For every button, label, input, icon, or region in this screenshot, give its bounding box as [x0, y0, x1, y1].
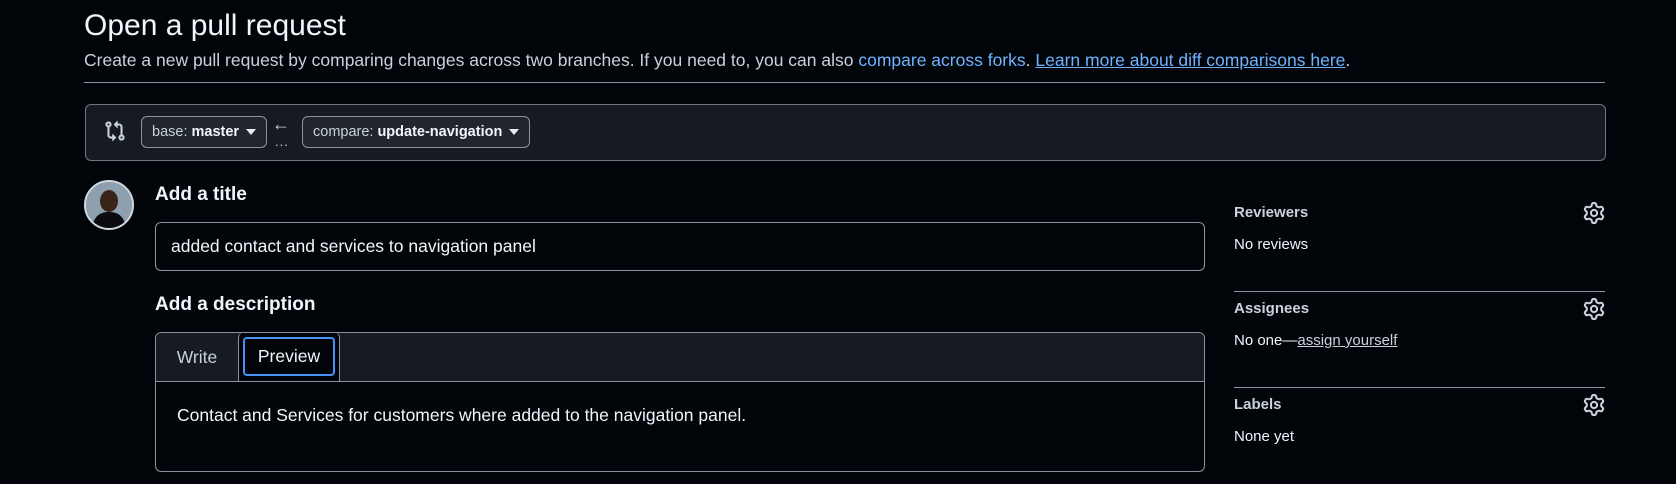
gear-icon[interactable]: [1583, 298, 1605, 320]
reviewers-value: No reviews: [1234, 236, 1309, 253]
assignees-none-text: No one—: [1234, 332, 1298, 349]
learn-more-diff-link[interactable]: Learn more about diff comparisons here: [1035, 50, 1345, 70]
description-editor: Write Preview Contact and Services for c…: [155, 332, 1205, 472]
base-prefix: base:: [152, 124, 188, 140]
add-description-heading: Add a description: [155, 294, 316, 315]
labels-section: Labels None yet: [1234, 388, 1605, 484]
caret-down-icon: [509, 129, 520, 135]
reviewers-section: Reviewers No reviews: [1234, 196, 1605, 292]
assign-yourself-link[interactable]: assign yourself: [1297, 332, 1397, 349]
arrow-left-icon: ←: [272, 114, 290, 134]
tab-preview[interactable]: Preview: [238, 333, 340, 381]
tab-write[interactable]: Write: [156, 333, 238, 381]
reviewers-title: Reviewers: [1234, 204, 1309, 221]
base-branch-select[interactable]: base: master: [141, 116, 268, 148]
labels-value: None yet: [1234, 428, 1295, 445]
compare-branch-select[interactable]: compare: update-navigation: [302, 116, 531, 148]
subtitle-period-end: .: [1345, 50, 1351, 70]
compare-across-forks-link[interactable]: compare across forks: [858, 50, 1025, 70]
editor-tabs: Write Preview: [156, 333, 1204, 382]
tab-preview-label: Preview: [243, 337, 335, 376]
page-title: Open a pull request: [84, 9, 346, 42]
preview-content: Contact and Services for customers where…: [177, 405, 747, 425]
compare-prefix: compare:: [313, 124, 374, 140]
avatar-image: [86, 182, 132, 228]
page-subtitle: Create a new pull request by comparing c…: [84, 48, 1350, 72]
title-input[interactable]: [155, 222, 1205, 271]
gear-icon[interactable]: [1583, 202, 1605, 224]
subtitle-period: .: [1025, 50, 1031, 70]
compare-branch-name: update-navigation: [377, 124, 503, 140]
avatar[interactable]: [84, 180, 134, 230]
header-divider: [84, 82, 1605, 83]
assignees-title: Assignees: [1234, 300, 1310, 317]
assignees-section: Assignees No one—assign yourself: [1234, 292, 1605, 388]
sidebar: Reviewers No reviews Assignees No one—as…: [1234, 196, 1605, 484]
git-compare-icon: [105, 120, 125, 142]
assignees-value: No one—assign yourself: [1234, 332, 1397, 349]
caret-down-icon: [246, 129, 257, 135]
ellipsis-icon: ...: [275, 134, 289, 149]
subtitle-text: Create a new pull request by comparing c…: [84, 50, 854, 70]
add-title-heading: Add a title: [155, 184, 247, 205]
labels-title: Labels: [1234, 396, 1282, 413]
base-branch-name: master: [191, 124, 240, 140]
gear-icon[interactable]: [1583, 394, 1605, 416]
